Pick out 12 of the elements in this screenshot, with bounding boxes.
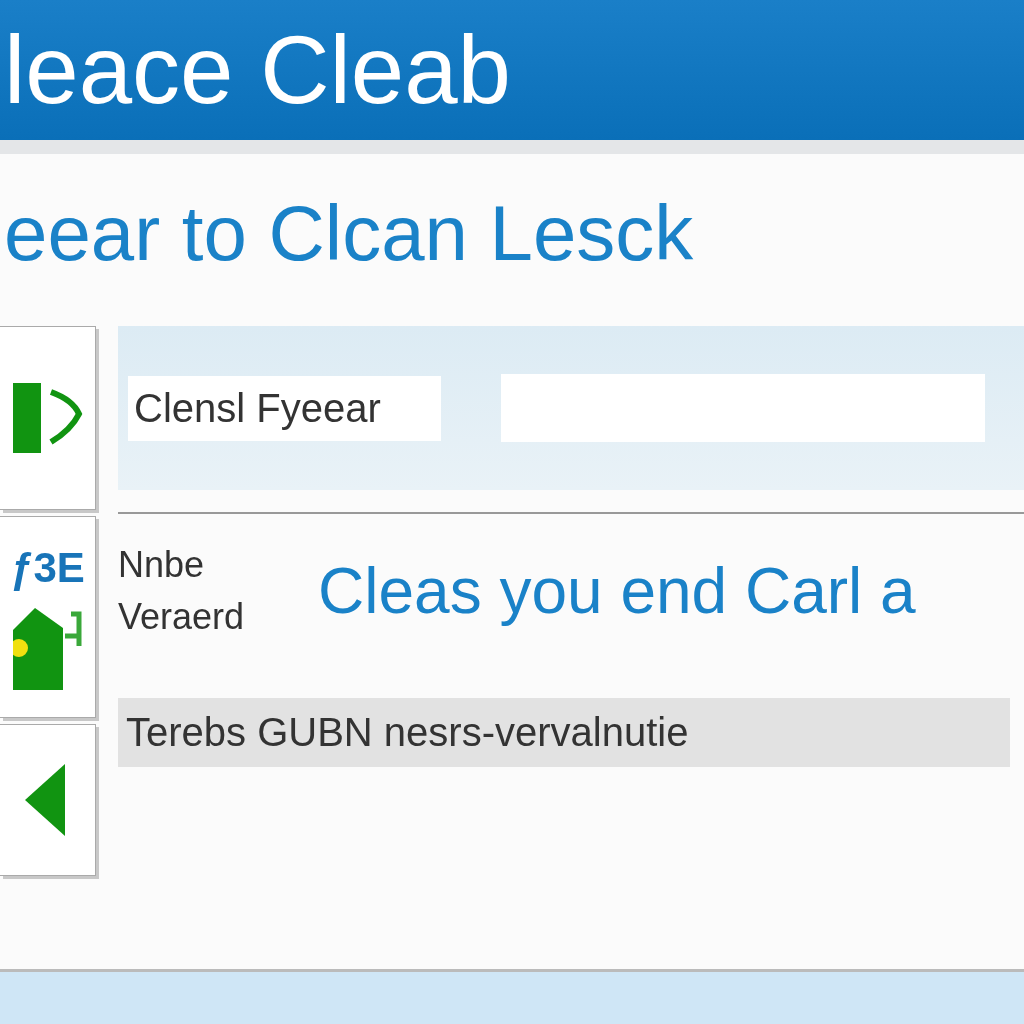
side-tile[interactable] (0, 724, 96, 876)
page-heading: eear to Clcan Lesck (3, 188, 695, 279)
field-label: Nnbe (118, 544, 206, 586)
side-tile[interactable] (0, 326, 96, 510)
status-bar: Terebs GUBN nesrs-vervalnutie (118, 698, 1010, 767)
search-label: Clensl Fyeear (128, 375, 441, 441)
search-field[interactable] (500, 374, 985, 442)
field-label: Veraerd (118, 596, 246, 638)
tile-label: ƒ3E (10, 544, 85, 592)
side-tile[interactable]: ƒ3E (0, 516, 96, 718)
app-title: leace Cleab (3, 22, 511, 118)
banner-text: Cleas you end Carl a (318, 554, 917, 628)
